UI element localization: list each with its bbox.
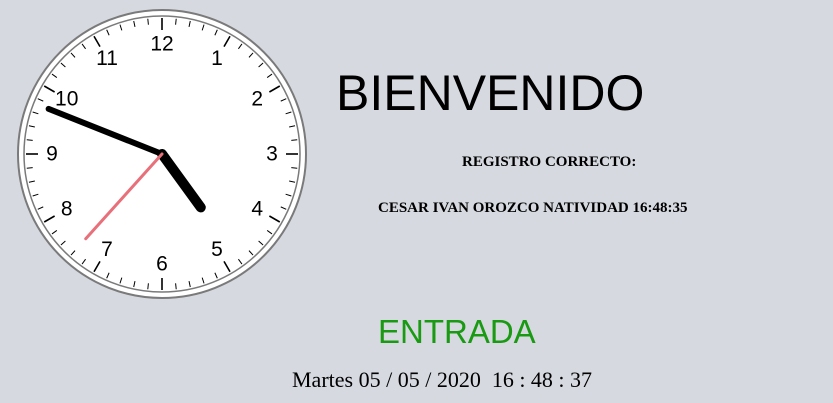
page-title: BIENVENIDO (336, 65, 645, 121)
clock-numeral-9: 9 (46, 143, 58, 166)
clock-face: 121234567891011 (17, 9, 307, 299)
registro-user: CESAR IVAN OROZCO NATIVIDAD 16:48:35 (378, 200, 688, 216)
clock-numeral-4: 4 (251, 198, 263, 221)
clock-numeral-8: 8 (61, 198, 73, 221)
clock-numeral-11: 11 (96, 47, 118, 70)
status-label: ENTRADA (378, 313, 536, 350)
clock-numeral-6: 6 (156, 253, 168, 276)
clock-numeral-5: 5 (211, 238, 223, 261)
clock-minor-tick (26, 139, 33, 141)
clock-numeral-10: 10 (55, 88, 78, 111)
clock-minor-tick (175, 283, 177, 290)
clock-minor-tick (291, 139, 298, 141)
clock-minor-tick (175, 18, 177, 25)
clock-minor-tick (291, 167, 298, 169)
page: 12 1 2 3 4 5 6 7 8 9 10 11 BIENVENIDO REGISTRO CORR… (0, 0, 833, 403)
clock-numeral-12: 12 (150, 33, 173, 56)
clock-numeral-3: 3 (266, 143, 278, 166)
clock-minor-tick (26, 167, 33, 169)
clock-numeral-2: 2 (251, 88, 263, 111)
clock-numeral-7: 7 (101, 238, 113, 261)
clock-numeral-1: 1 (211, 47, 223, 70)
analog-clock: 12 1 2 3 4 5 6 7 8 9 10 11 (12, 8, 312, 300)
registro-label: REGISTRO CORRECTO: (462, 154, 637, 170)
clock-minor-tick (147, 18, 149, 25)
clock-minor-tick (147, 283, 149, 290)
current-datetime: Martes 05 / 05 / 2020 16 : 48 : 37 (292, 367, 593, 392)
